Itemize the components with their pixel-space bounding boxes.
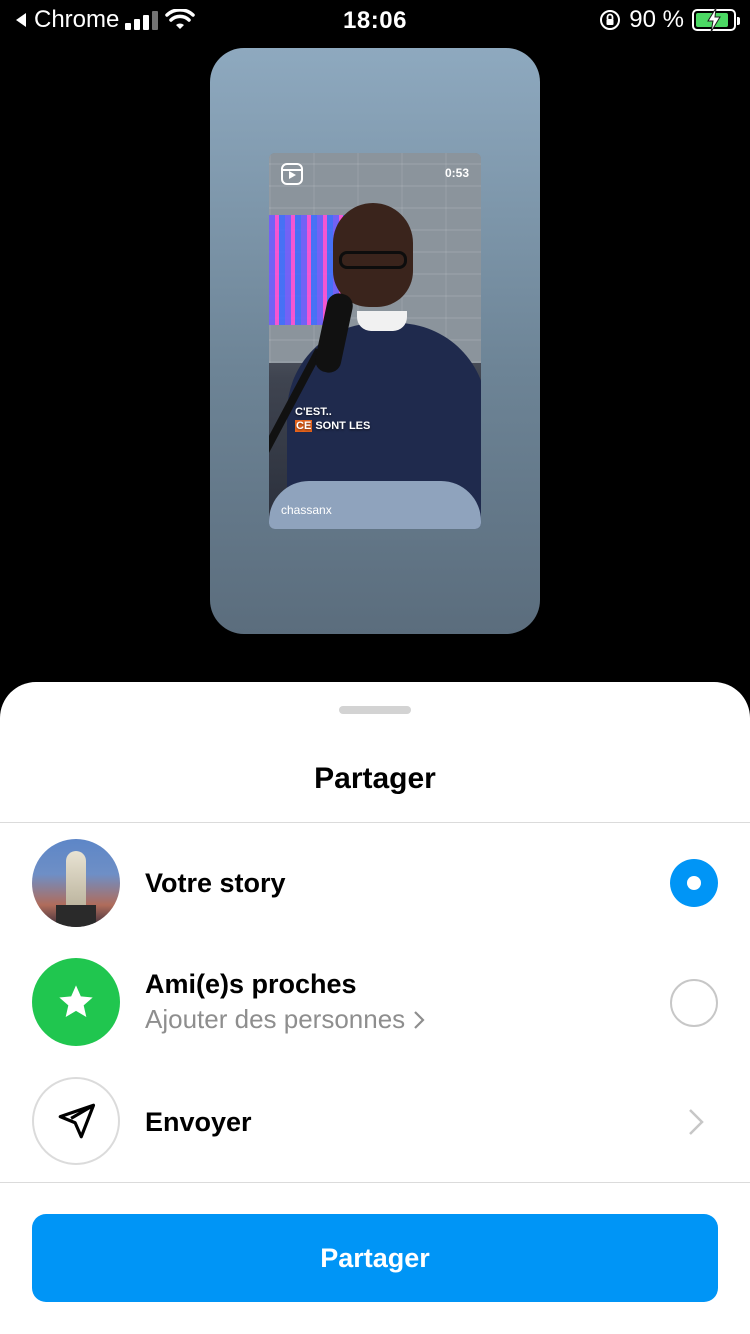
battery-icon [692,8,740,32]
radio-selected[interactable] [670,859,718,907]
orientation-lock-icon [600,10,621,30]
reel-caption: C'EST.. CE SONT LES [295,405,370,433]
status-right: 90 % [599,6,740,34]
close-friends-avatar [32,958,120,1046]
caption-line-1: C'EST.. [295,406,332,418]
sheet-drag-handle[interactable] [339,706,411,714]
battery-percent: 90 % [629,6,684,33]
divider [0,1182,750,1183]
chevron-right-icon [414,1010,425,1029]
story-preview-card: 0:53 C'EST.. CE SONT LES chassanx [210,48,540,634]
caption-rest: SONT LES [315,420,371,432]
divider [0,822,750,823]
add-people-label: Ajouter des personnes [145,1004,406,1034]
option-your-story[interactable]: Votre story [0,827,750,937]
paper-plane-icon [58,1103,96,1139]
reel-username: chassanx [281,503,332,517]
send-avatar [32,1077,120,1165]
avatar [32,839,120,927]
option-label: Votre story [145,868,286,898]
reel-thumbnail[interactable]: 0:53 C'EST.. CE SONT LES chassanx [269,153,481,529]
sheet-title: Partager [314,762,436,795]
option-send[interactable]: Envoyer [0,1067,750,1177]
radio-unselected[interactable] [670,979,718,1027]
option-close-friends[interactable]: Ami(e)s proches Ajouter des personnes [0,947,750,1057]
charging-bolt-icon [707,8,721,32]
reel-duration: 0:53 [444,166,469,180]
option-label: Ami(e)s proches [145,969,357,999]
add-people-link[interactable]: Ajouter des personnes [145,1004,425,1035]
option-label: Envoyer [145,1107,252,1137]
caption-highlight: CE [295,420,313,432]
star-icon [59,985,93,1017]
status-bar: Chrome 18:06 90 % [0,0,750,42]
chevron-right-icon [689,1109,704,1135]
share-sheet: Partager Votre story Ami(e)s proches Ajo… [0,682,750,1334]
share-button[interactable]: Partager [32,1214,718,1302]
reels-icon [281,163,303,185]
